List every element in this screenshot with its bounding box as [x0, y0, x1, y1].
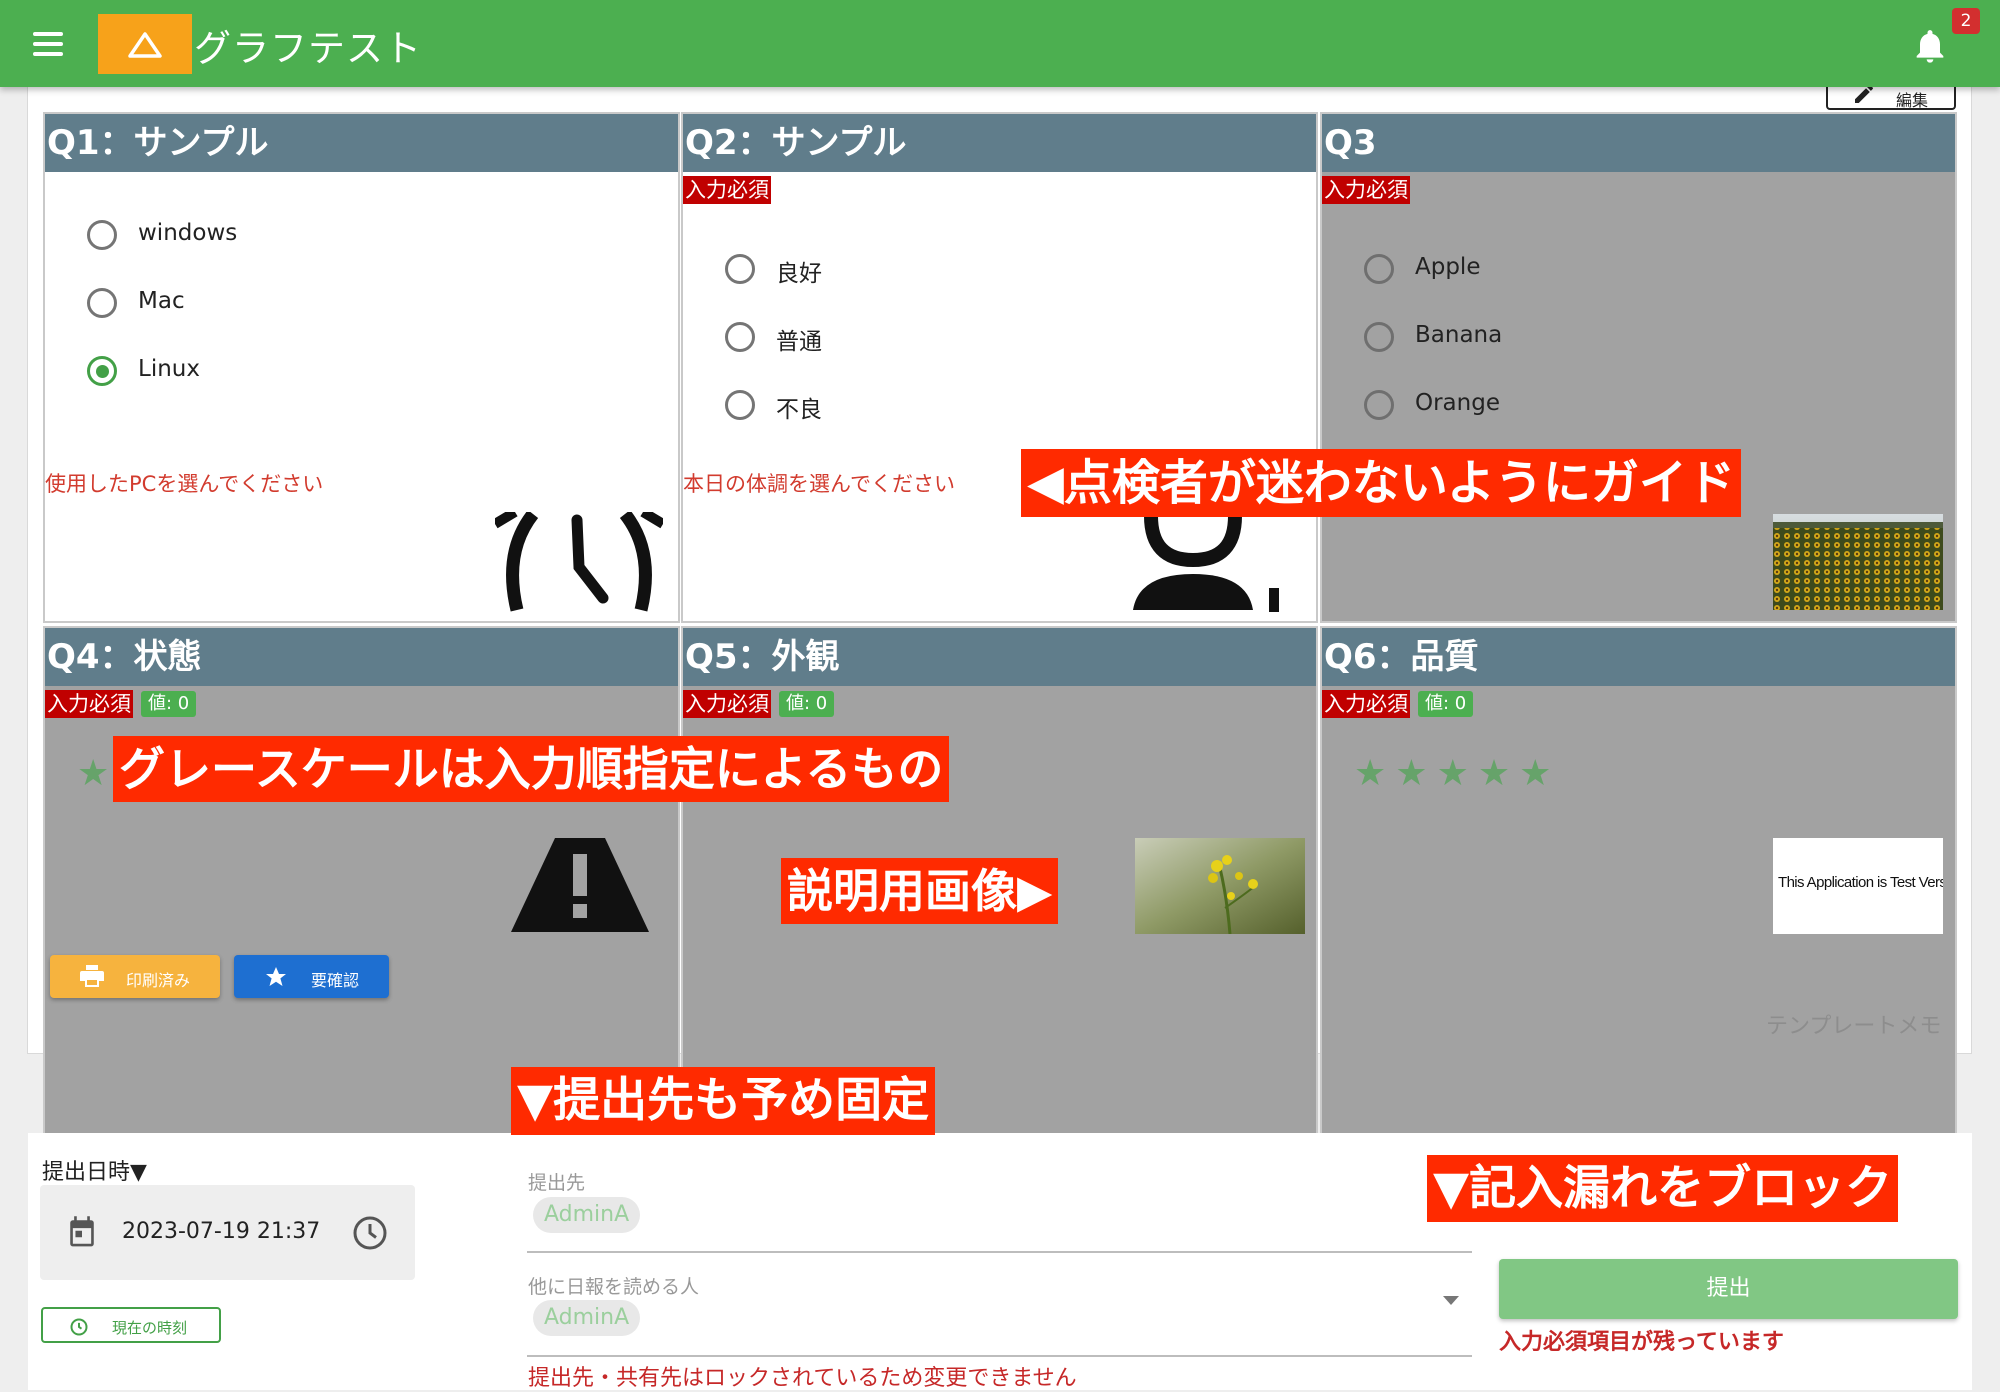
test-version-image: This Application is Test Version [1773, 838, 1943, 934]
question-q2: Q2：サンプル 入力必須 良好 普通 不良 本日の体調を選んでください [681, 112, 1318, 623]
flower-photo [1135, 838, 1305, 934]
required-badge: 入力必須 [683, 690, 771, 718]
option-label: windows [138, 220, 238, 246]
edit-label: 編集 [1896, 91, 1929, 110]
callout-guide: ◀点検者が迷わないようにガイド [1021, 449, 1741, 517]
callout-grayscale: グレースケールは入力順指定によるもの [113, 736, 950, 802]
radio-button[interactable] [1364, 322, 1394, 352]
chevron-down-icon[interactable] [1443, 1296, 1459, 1305]
radio-button[interactable] [725, 254, 755, 284]
question-title: Q5：外観 [683, 628, 1316, 686]
reader-chip: AdminA [533, 1300, 641, 1336]
question-guide: 本日の体調を選んでください [683, 472, 955, 496]
submit-datetime-field[interactable]: 2023-07-19 21:37 [40, 1185, 415, 1280]
current-time-button[interactable]: 現在の時刻 [41, 1307, 221, 1343]
required-badge: 入力必須 [1322, 690, 1410, 718]
readers-underline [527, 1355, 1472, 1357]
radio-button[interactable] [1364, 254, 1394, 284]
value-badge: 値: 0 [779, 691, 835, 717]
star-icon[interactable]: ★ [1519, 753, 1551, 794]
submit-datetime-value: 2023-07-19 21:37 [122, 1219, 321, 1244]
star-icon[interactable]: ★ [77, 753, 109, 794]
printed-button[interactable]: 印刷済み [50, 955, 220, 998]
needs-review-label: 要確認 [311, 971, 360, 990]
template-memo: テンプレートメモ [1766, 1014, 1942, 1039]
recipient-label: 提出先 [528, 1172, 586, 1194]
radio-button[interactable] [725, 322, 755, 352]
required-badge: 入力必須 [1322, 176, 1410, 204]
value-badge: 値: 0 [1418, 691, 1474, 717]
callout-explain-image: 説明用画像▶ [781, 858, 1059, 924]
printer-icon [80, 965, 104, 987]
callout-block-missing: ▼記入漏れをブロック [1427, 1155, 1899, 1222]
recipient-underline [527, 1251, 1472, 1253]
callout-fixed-recipient: ▼提出先も予め固定 [511, 1067, 936, 1135]
required-badge: 入力必須 [683, 176, 771, 204]
rating-stars: ★ ★ ★ ★ ★ [1354, 753, 1560, 794]
star-icon[interactable]: ★ [1437, 753, 1469, 794]
star-icon[interactable]: ★ [1395, 753, 1427, 794]
option-label: Mac [138, 288, 185, 314]
submit-warning: 入力必須項目が残っています [1499, 1330, 1784, 1355]
submit-date-label: 提出日時▼ [42, 1160, 147, 1185]
question-title: Q4：状態 [45, 628, 678, 686]
person-icon [1133, 516, 1279, 612]
question-title: Q3 [1322, 114, 1955, 172]
submit-button[interactable]: 提出 [1499, 1259, 1958, 1319]
app-logo [98, 14, 192, 74]
star-icon[interactable]: ★ [1478, 753, 1510, 794]
question-q1: Q1：サンプル windows Mac Linux 使用したPCを選んでください [43, 112, 680, 623]
menu-icon[interactable] [28, 28, 68, 60]
question-q6: Q6：品質 入力必須 値: 0 ★ ★ ★ ★ ★ This Application i… [1320, 626, 1957, 1137]
radio-button[interactable] [1364, 390, 1394, 420]
app-title: グラフテスト [194, 27, 422, 70]
option-label: 不良 [776, 397, 822, 423]
notification-badge: 2 [1952, 8, 1980, 34]
sunflower-photo [1773, 514, 1943, 610]
required-badge: 入力必須 [45, 690, 133, 718]
radio-button-selected[interactable] [87, 356, 117, 386]
triangle-icon [128, 32, 162, 58]
star-icon [266, 967, 286, 986]
question-title: Q2：サンプル [683, 114, 1316, 172]
option-label: Banana [1415, 322, 1503, 348]
radio-button[interactable] [87, 220, 117, 250]
clock-icon[interactable] [352, 1215, 388, 1251]
app-bar: グラフテスト 2 [0, 0, 2000, 87]
bell-icon[interactable] [1910, 26, 1950, 66]
recipient-chip: AdminA [533, 1197, 641, 1233]
star-icon[interactable]: ★ [1354, 753, 1386, 794]
question-title: Q6：品質 [1322, 628, 1955, 686]
test-version-text: This Application is Test Version [1778, 874, 1943, 891]
question-q3: Q3 入力必須 Apple Banana Orange [1320, 112, 1957, 623]
clock-icon [495, 512, 663, 612]
option-label: Apple [1415, 254, 1481, 280]
lock-message: 提出先・共有先はロックされているため変更できません [528, 1366, 1077, 1391]
option-label: Linux [138, 356, 200, 382]
printed-label: 印刷済み [126, 971, 191, 990]
question-title: Q1：サンプル [45, 114, 678, 172]
value-badge: 値: 0 [141, 691, 197, 717]
calendar-icon [70, 1216, 94, 1247]
question-q4: Q4：状態 入力必須 値: 0 ★ [43, 626, 680, 1137]
radio-button[interactable] [87, 288, 117, 318]
warning-icon [511, 838, 649, 932]
readers-label: 他に日報を読める人 [528, 1276, 700, 1298]
clock-icon [70, 1318, 88, 1336]
question-guide: 使用したPCを選んでください [45, 472, 324, 496]
radio-button[interactable] [725, 390, 755, 420]
option-label: 普通 [776, 329, 822, 355]
option-label: 良好 [776, 261, 822, 287]
current-time-label: 現在の時刻 [112, 1319, 188, 1337]
option-label: Orange [1415, 390, 1500, 416]
needs-review-button[interactable]: 要確認 [234, 955, 389, 998]
